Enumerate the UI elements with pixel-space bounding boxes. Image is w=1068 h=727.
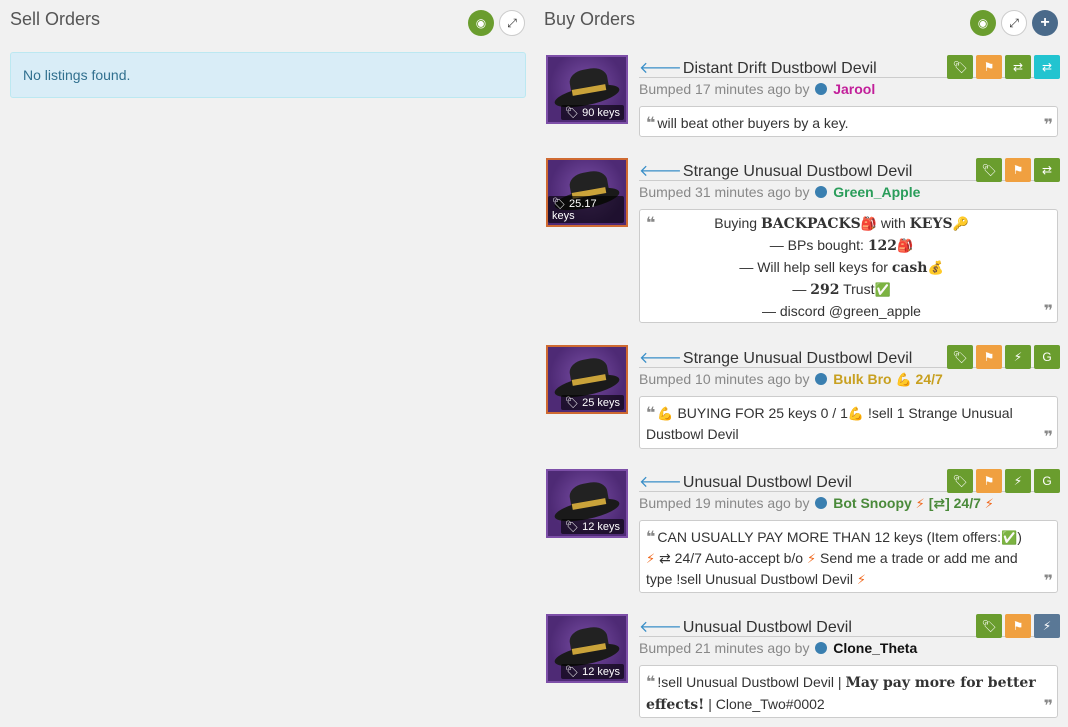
listing-item: 🏷 12 keys 🡐Unusual Dustbowl Devil 🏷 ⚑ ⚡ … — [546, 614, 1060, 718]
item-image[interactable]: 🏷 90 keys — [546, 55, 628, 124]
price-tag: 🏷 12 keys — [561, 664, 624, 679]
flag-icon-button[interactable]: ⚑ — [1005, 158, 1031, 182]
key-emoji-icon: 🔑 — [952, 216, 969, 231]
username-link[interactable]: Jarool — [833, 81, 875, 97]
gladiator-icon-button[interactable]: G — [1034, 469, 1060, 493]
price-tag: 🏷 12 keys — [561, 519, 624, 534]
check-emoji-icon: ✅ — [874, 282, 891, 297]
plus-icon: + — [1040, 14, 1050, 31]
listing-comment: ❝ !sell Unusual Dustbowl Devil | May pay … — [639, 665, 1058, 718]
item-image[interactable]: 🏷 25 keys — [546, 345, 628, 414]
money-bag-emoji-icon: 💰 — [927, 260, 944, 275]
username-link[interactable]: Bot Snoopy ⚡ [⇄] 24/7 ⚡ — [833, 495, 994, 511]
tag-icon-button[interactable]: 🏷 — [947, 345, 973, 369]
buy-orders-title: Buy Orders — [544, 9, 636, 29]
item-image[interactable]: 🏷 12 keys — [546, 469, 628, 538]
tag-icon-button[interactable]: 🏷 — [947, 469, 973, 493]
lightning-emoji-icon: ⚡ — [984, 496, 994, 511]
lightning-emoji-icon: ⚡ — [915, 496, 925, 511]
user-status-icon — [815, 186, 828, 198]
item-image[interactable]: 🏷 25.17 keys — [546, 158, 628, 227]
trade-offer-icon-button[interactable]: ⇄ — [1034, 55, 1060, 79]
flexed-arm-emoji-icon: 💪 — [657, 406, 674, 421]
lightning-emoji-icon: ⚡ — [646, 551, 656, 566]
trade-icon-button[interactable]: ⇄ — [1034, 158, 1060, 182]
lightning-icon-button[interactable]: ⚡ — [1034, 614, 1060, 638]
price-tag: 🏷 90 keys — [561, 105, 624, 120]
quote-close-icon: ❞ — [1043, 698, 1053, 715]
backpack-emoji-icon: 🎒 — [897, 238, 914, 253]
arrow-left-icon: 🡐 — [639, 619, 682, 636]
listing-item: 🏷 25 keys 🡐Strange Unusual Dustbowl Devi… — [546, 345, 1060, 449]
listing-comment: ❝ will beat other buyers by a key. ❞ — [639, 106, 1058, 137]
flag-icon-button[interactable]: ⚑ — [976, 345, 1002, 369]
lightning-icon-button[interactable]: ⚡ — [1005, 345, 1031, 369]
listing-item: 🏷 90 keys 🡐Distant Drift Dustbowl Devil … — [546, 55, 1060, 137]
lightning-emoji-icon: ⚡ — [856, 572, 867, 587]
flag-icon-button[interactable]: ⚑ — [976, 469, 1002, 493]
quote-open-icon: ❝ — [646, 115, 656, 132]
user-status-icon — [815, 642, 828, 654]
quote-open-icon: ❝ — [646, 529, 656, 546]
listing-comment: ❝ 💪 BUYING FOR 25 keys 0 / 1💪 !sell 1 Str… — [639, 396, 1058, 449]
username-link[interactable]: Bulk Bro 💪 24/7 — [833, 371, 943, 387]
quote-close-icon: ❞ — [1043, 303, 1053, 320]
quote-close-icon: ❞ — [1043, 117, 1053, 134]
no-listings-alert: No listings found. — [10, 52, 526, 98]
flexed-arm-emoji-icon: 💪 — [895, 372, 912, 387]
sell-orders-title: Sell Orders — [10, 9, 101, 29]
expand-icon: ⤢ — [507, 15, 517, 30]
lightning-emoji-icon: ⚡ — [806, 551, 817, 566]
price-tag: 🏷 25 keys — [561, 395, 624, 410]
bumped-info: Bumped 10 minutes ago by Bulk Bro 💪 24/7 — [639, 371, 943, 387]
hide-icon-button[interactable]: ◉ — [468, 10, 494, 36]
eye-slash-icon: ◉ — [977, 16, 989, 30]
listing-comment: ❝ Buying BACKPACKS🎒 with KEYS🔑 — BPs bou… — [639, 209, 1058, 323]
bumped-info: Bumped 21 minutes ago by Clone_Theta — [639, 640, 918, 656]
listing-comment: ❝ CAN USUALLY PAY MORE THAN 12 keys (Item… — [639, 520, 1058, 593]
quote-open-icon: ❝ — [646, 215, 656, 232]
user-status-icon — [815, 373, 828, 385]
flag-icon-button[interactable]: ⚑ — [1005, 614, 1031, 638]
user-status-icon — [815, 83, 828, 95]
price-tag: 🏷 25.17 keys — [548, 196, 624, 223]
arrow-left-icon: 🡐 — [639, 350, 682, 367]
listing-item: 🏷 12 keys 🡐Unusual Dustbowl Devil 🏷 ⚑ ⚡ … — [546, 469, 1060, 593]
backpack-emoji-icon: 🎒 — [860, 216, 877, 231]
expand-icon-button[interactable]: ⤢ — [499, 10, 525, 36]
bumped-info: Bumped 19 minutes ago by Bot Snoopy ⚡ [⇄… — [639, 495, 994, 511]
item-image[interactable]: 🏷 12 keys — [546, 614, 628, 683]
tag-icon-button[interactable]: 🏷 — [976, 614, 1002, 638]
gladiator-icon-button[interactable]: G — [1034, 345, 1060, 369]
arrow-left-icon: 🡐 — [639, 60, 682, 77]
check-emoji-icon: ✅ — [1001, 530, 1018, 545]
lightning-icon-button[interactable]: ⚡ — [1005, 469, 1031, 493]
username-link[interactable]: Green_Apple — [833, 184, 920, 200]
flexed-arm-emoji-icon: 💪 — [847, 406, 865, 421]
username-link[interactable]: Clone_Theta — [833, 640, 917, 656]
bumped-info: Bumped 31 minutes ago by Green_Apple — [639, 184, 921, 200]
bumped-info: Bumped 17 minutes ago by Jarool — [639, 81, 876, 97]
arrow-left-icon: 🡐 — [639, 474, 682, 491]
listing-item: 🏷 25.17 keys 🡐Strange Unusual Dustbowl D… — [546, 158, 1060, 324]
hide-icon-button[interactable]: ◉ — [970, 10, 996, 36]
eye-slash-icon: ◉ — [475, 16, 487, 30]
add-listing-button[interactable]: + — [1032, 10, 1058, 36]
flag-icon-button[interactable]: ⚑ — [976, 55, 1002, 79]
quote-open-icon: ❝ — [646, 674, 656, 691]
user-status-icon — [815, 497, 828, 509]
tag-icon-button[interactable]: 🏷 — [976, 158, 1002, 182]
expand-icon: ⤢ — [1009, 15, 1019, 30]
arrow-left-icon: 🡐 — [639, 163, 682, 180]
trade-icon-button[interactable]: ⇄ — [1005, 55, 1031, 79]
quote-open-icon: ❝ — [646, 405, 656, 422]
quote-close-icon: ❞ — [1043, 573, 1053, 590]
quote-close-icon: ❞ — [1043, 429, 1053, 446]
expand-icon-button[interactable]: ⤢ — [1001, 10, 1027, 36]
tag-icon-button[interactable]: 🏷 — [947, 55, 973, 79]
